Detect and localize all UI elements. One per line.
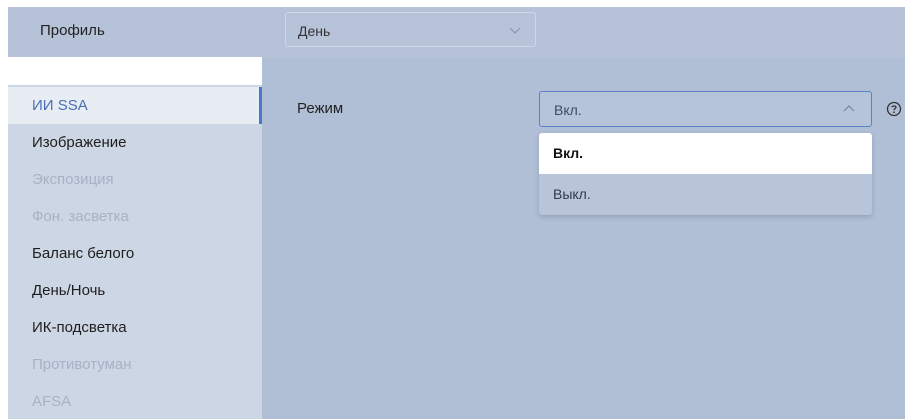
mode-option-on[interactable]: Вкл. (539, 133, 872, 174)
sidebar-item-ir-light[interactable]: ИК-подсветка (8, 309, 262, 346)
sidebar-item-ai-ssa[interactable]: ИИ SSA (8, 87, 262, 124)
sidebar-item-label: ИК-подсветка (32, 319, 127, 336)
profile-select-value: День (298, 23, 331, 39)
mode-option-off[interactable]: Выкл. (539, 174, 872, 215)
mode-select[interactable]: Вкл. (539, 91, 872, 127)
sidebar: ИИ SSA Изображение Экспозиция Фон. засве… (8, 85, 262, 419)
help-circle-icon[interactable] (886, 101, 902, 117)
sidebar-item-label: День/Ночь (32, 282, 106, 299)
main-panel: Режим Вкл. Вкл. Выкл. (262, 57, 905, 419)
sidebar-item-defog: Противотуман (8, 346, 262, 383)
sidebar-item-image[interactable]: Изображение (8, 124, 262, 161)
sidebar-item-day-night[interactable]: День/Ночь (8, 272, 262, 309)
sidebar-item-exposure: Экспозиция (8, 161, 262, 198)
sidebar-item-label: ИИ SSA (32, 97, 88, 114)
chevron-down-icon (509, 27, 521, 34)
sidebar-item-label: Фон. засветка (32, 208, 129, 225)
sidebar-item-label: Противотуман (32, 356, 132, 373)
mode-select-value: Вкл. (554, 102, 582, 118)
settings-page: Профиль День ИИ SSA Изображение Экспозиц… (0, 0, 905, 419)
sidebar-item-backlight: Фон. засветка (8, 198, 262, 235)
mode-label: Режим (297, 100, 344, 117)
sidebar-item-label: Экспозиция (32, 171, 114, 188)
sidebar-item-label: AFSA (32, 393, 72, 410)
sidebar-item-label: Баланс белого (32, 245, 135, 262)
profile-label: Профиль (40, 22, 105, 39)
chevron-up-icon (843, 105, 855, 112)
mode-dropdown: Вкл. Выкл. (539, 133, 872, 215)
sidebar-item-afsa: AFSA (8, 383, 262, 419)
profile-select[interactable]: День (285, 12, 536, 47)
sidebar-item-label: Изображение (32, 134, 127, 151)
profile-bar: Профиль День (8, 7, 905, 57)
sidebar-item-white-balance[interactable]: Баланс белого (8, 235, 262, 272)
